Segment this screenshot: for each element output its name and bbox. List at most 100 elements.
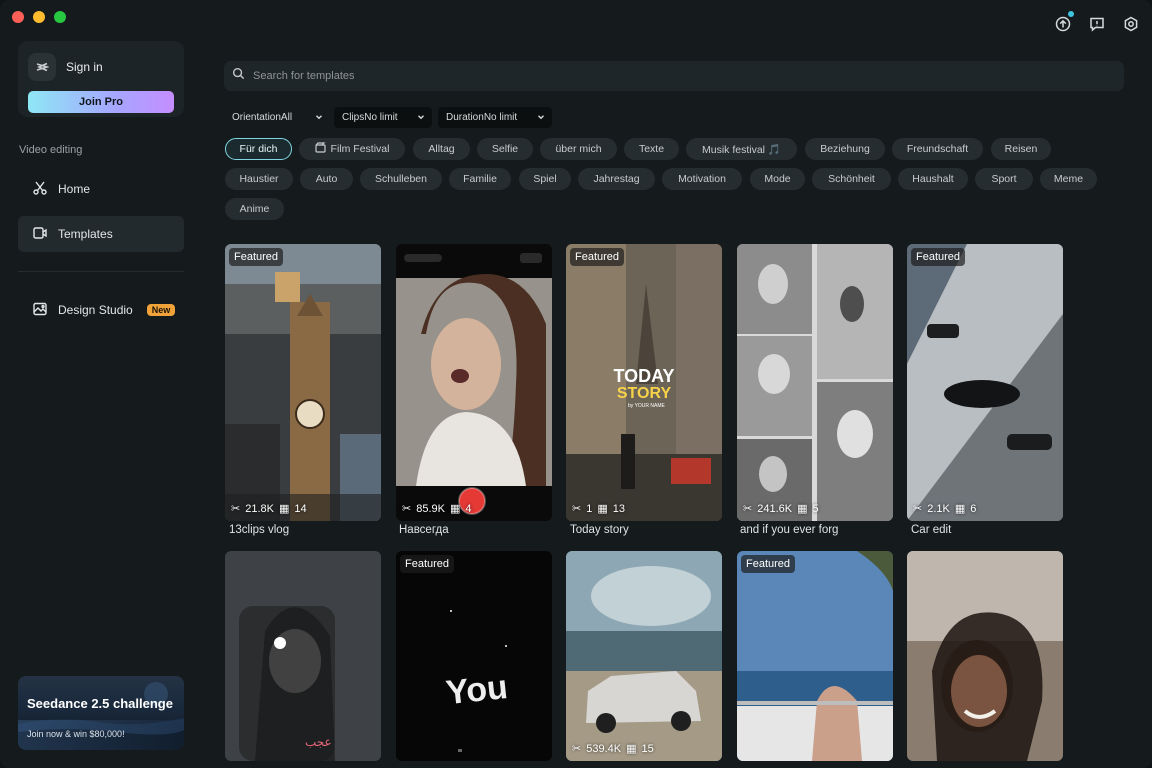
chip-reisen[interactable]: Reisen: [991, 138, 1051, 160]
chip-haustier[interactable]: Haustier: [225, 168, 293, 190]
template-card[interactable]: عجب: [225, 551, 381, 761]
template-title[interactable]: and if you ever forg: [740, 524, 838, 536]
template-stats: ✂ 241.6K ▦ 5: [743, 502, 819, 516]
chevron-down-icon: [538, 115, 544, 120]
template-card[interactable]: Featured: [737, 551, 893, 761]
chip-fuer-dich[interactable]: Für dich: [225, 138, 292, 160]
featured-badge: Featured: [229, 248, 284, 266]
template-thumbnail: عجب: [225, 551, 381, 761]
chip-anime[interactable]: Anime: [225, 198, 284, 220]
chip-motivation[interactable]: Motivation: [662, 168, 742, 190]
uses-icon: ✂: [572, 503, 582, 515]
template-card-today-story[interactable]: TODAY STORY by YOUR NAME Featured ✂ 1 ▦ 13: [566, 244, 722, 521]
sidebar-item-templates[interactable]: Templates: [18, 216, 184, 252]
clips-icon: ▦: [954, 503, 966, 515]
uses-icon: ✂: [572, 743, 582, 755]
featured-badge: Featured: [570, 248, 625, 266]
clips-icon: ▦: [597, 503, 608, 515]
chip-schulleben[interactable]: Schulleben: [360, 168, 442, 190]
chip-film-festival[interactable]: Film Festival: [299, 138, 405, 160]
chip-schoenheit[interactable]: Schönheit: [812, 168, 891, 190]
chevron-down-icon: [316, 115, 322, 120]
orientation-filter[interactable]: Orientation All: [224, 107, 330, 128]
chip-texte[interactable]: Texte: [624, 138, 679, 160]
chip-familie[interactable]: Familie: [449, 168, 511, 190]
chip-sport[interactable]: Sport: [975, 168, 1033, 190]
sidebar-item-home[interactable]: Home: [18, 171, 184, 207]
chip-beziehung[interactable]: Beziehung: [805, 138, 885, 160]
search-icon: [232, 67, 245, 85]
chip-ueber-mich[interactable]: über mich: [540, 138, 617, 160]
template-title[interactable]: 13clips vlog: [229, 524, 289, 536]
chip-label: Film Festival: [330, 143, 390, 155]
upload-icon[interactable]: [1053, 11, 1074, 34]
template-thumbnail: You: [396, 551, 552, 761]
chip-musik-festival[interactable]: Musik festival 🎵: [686, 138, 797, 160]
template-stats: ✂ 539.4K ▦ 15: [572, 742, 654, 756]
template-card[interactable]: You Featured: [396, 551, 552, 761]
chip-freundschaft[interactable]: Freundschaft: [892, 138, 983, 160]
uses-count: 1: [586, 502, 593, 515]
sign-in-row[interactable]: Sign in: [28, 53, 103, 81]
notification-dot: [1068, 11, 1074, 17]
template-thumbnail: [907, 244, 1063, 521]
chip-auto[interactable]: Auto: [300, 168, 353, 190]
chip-haushalt[interactable]: Haushalt: [898, 168, 968, 190]
template-card[interactable]: [907, 551, 1063, 761]
section-label: Video editing: [19, 144, 83, 156]
chevron-down-icon: [418, 115, 424, 120]
template-thumbnail: [225, 244, 381, 521]
template-card-and-if-you-ever-forg[interactable]: ✂ 241.6K ▦ 5: [737, 244, 893, 521]
uses-icon: ✂: [743, 503, 753, 515]
chip-meme[interactable]: Meme: [1040, 168, 1097, 190]
template-thumbnail: [737, 244, 893, 521]
featured-badge: Featured: [741, 555, 796, 573]
template-title[interactable]: Навсегда: [399, 524, 449, 536]
filter-label: Clips: [342, 112, 365, 123]
uses-count: 241.6K: [757, 502, 793, 515]
template-title[interactable]: Car edit: [911, 524, 951, 536]
clips-icon: ▦: [797, 503, 808, 515]
uses-count: 21.8K: [245, 502, 274, 515]
filter-value: All: [280, 112, 293, 123]
template-thumbnail: [566, 551, 722, 761]
promo-banner[interactable]: Seedance 2.5 challenge Join now & win $8…: [18, 676, 184, 750]
chip-selfie[interactable]: Selfie: [477, 138, 533, 160]
close-window-button[interactable]: [12, 11, 24, 23]
clips-count: 13: [612, 502, 625, 515]
clips-count: 4: [465, 502, 472, 515]
overlay-you: You: [444, 668, 509, 712]
minimize-window-button[interactable]: [33, 11, 45, 23]
sidebar: Sign in Join Pro Video editing Home Temp…: [0, 36, 200, 768]
chip-alltag[interactable]: Alltag: [413, 138, 470, 160]
duration-filter[interactable]: Duration No limit: [438, 107, 552, 128]
chip-jahrestag[interactable]: Jahrestag: [578, 168, 655, 190]
search-bar[interactable]: [224, 61, 1124, 91]
title-bar: [0, 0, 1152, 36]
search-input[interactable]: [253, 70, 1073, 82]
feedback-icon[interactable]: [1087, 14, 1107, 34]
join-pro-button[interactable]: Join Pro: [28, 91, 174, 113]
settings-icon[interactable]: [1121, 14, 1141, 34]
clips-icon: ▦: [278, 503, 290, 515]
template-card-car-edit[interactable]: Featured ✂ 2.1K ▦ 6: [907, 244, 1063, 521]
template-stats: ✂ 1 ▦ 13: [572, 502, 625, 516]
template-card-navsegda[interactable]: ✂ 85.9K ▦ 4: [396, 244, 552, 521]
overlay-by: by YOUR NAME: [628, 403, 666, 409]
uses-icon: ✂: [402, 503, 412, 515]
sign-in-label[interactable]: Sign in: [66, 60, 103, 74]
chip-mode[interactable]: Mode: [750, 168, 805, 190]
template-title[interactable]: Today story: [570, 524, 629, 536]
chip-spiel[interactable]: Spiel: [519, 168, 571, 190]
sidebar-item-label: Templates: [58, 227, 113, 241]
promo-subtitle: Join now & win $80,000!: [27, 729, 125, 739]
clips-count: 14: [294, 502, 307, 515]
template-card-13clips-vlog[interactable]: Featured ✂ 21.8K ▦ 14: [225, 244, 381, 521]
template-thumbnail: [737, 551, 893, 761]
clips-icon: ▦: [449, 503, 461, 515]
template-card[interactable]: ✂ 539.4K ▦ 15: [566, 551, 722, 761]
clips-filter[interactable]: Clips No limit: [334, 107, 432, 128]
zoom-window-button[interactable]: [54, 11, 66, 23]
promo-title: Seedance 2.5 challenge: [27, 696, 173, 711]
sidebar-item-design-studio[interactable]: Design Studio New: [18, 292, 184, 328]
